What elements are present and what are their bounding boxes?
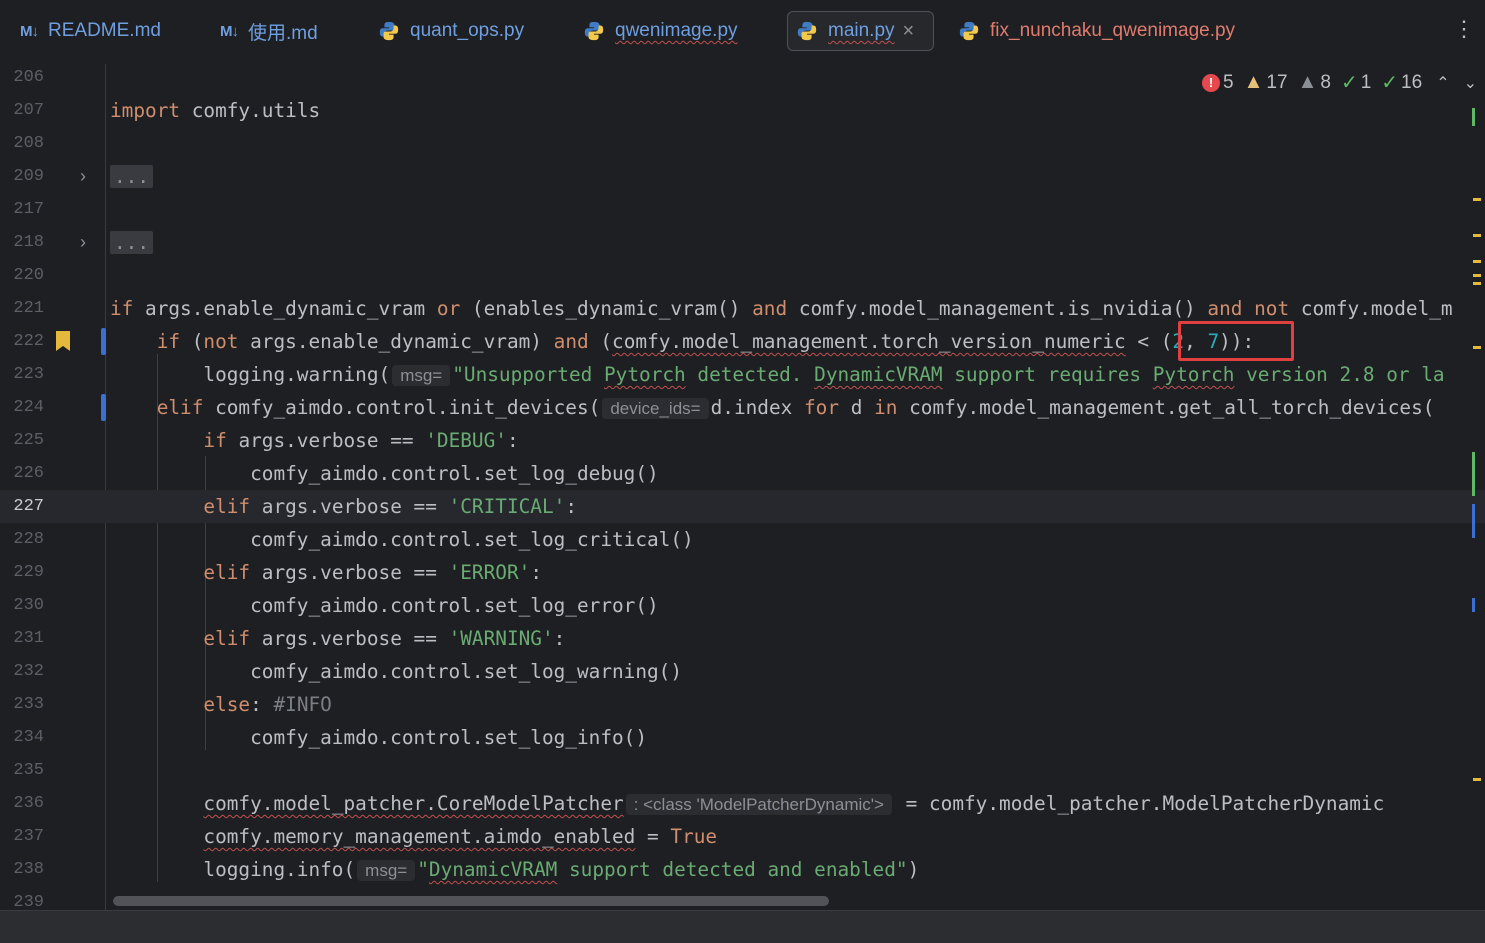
code-line: 230 comfy_aimdo.control.set_log_error(): [13, 594, 659, 617]
code-line: 238 logging.info(msg= "DynamicVRAM suppor…: [13, 858, 920, 881]
code-line: 220: [13, 266, 44, 285]
status-bar: [0, 910, 1485, 943]
highlight-box: [1178, 321, 1294, 361]
warnings-count[interactable]: ▲ 17: [1244, 71, 1288, 94]
markdown-icon: M↓: [220, 22, 239, 40]
weak-warnings-count[interactable]: ▲ 8: [1298, 71, 1331, 94]
code-line: 225 if args.verbose == 'DEBUG':: [13, 429, 519, 452]
code-line: 223 logging.warning(msg= "Unsupported Pyt…: [13, 363, 1445, 386]
code-line: 236 comfy.model_patcher.CoreModelPatcher…: [13, 792, 1385, 815]
code-line: 224 elif comfy_aimdo.control.init_device…: [13, 394, 1435, 421]
warning-icon: ▲: [1243, 71, 1264, 93]
tab-main[interactable]: main.py ×: [787, 11, 934, 51]
fold-expand-icon[interactable]: ›: [80, 226, 86, 259]
code-line: 218 › ...: [0, 226, 1485, 259]
parameter-hint: msg=: [392, 365, 451, 386]
error-stripe[interactable]: [1471, 64, 1485, 910]
code-line-current: 227 elif args.verbose == 'CRITICAL':: [0, 490, 1485, 523]
type-hint: : <class 'ModelPatcherDynamic'>: [625, 794, 892, 815]
tab-label: fix_nunchaku_qwenimage.py: [990, 20, 1236, 41]
editor-tab-bar: M↓ README.md M↓ 使用.md quant_ops.py qweni…: [0, 0, 1485, 65]
tab-readme[interactable]: M↓ README.md: [12, 11, 171, 51]
code-line: 233 else: #INFO: [13, 693, 332, 716]
horizontal-scrollbar[interactable]: [113, 896, 829, 906]
inspection-widget[interactable]: ! 5 ▲ 17 ▲ 8 ✓ 1 ✓ 16 ⌃ ⌄: [1192, 70, 1477, 95]
passed-count[interactable]: ✓ 16: [1381, 70, 1422, 95]
previous-problem-icon[interactable]: ⌃: [1436, 73, 1449, 93]
typo-check-icon: ✓: [1340, 72, 1358, 94]
python-icon: [959, 21, 979, 41]
code-line: 226 comfy_aimdo.control.set_log_debug(): [13, 462, 659, 485]
tab-label: qwenimage.py: [615, 20, 738, 41]
typos-count[interactable]: ✓ 1: [1341, 70, 1371, 95]
code-editor[interactable]: 206 207 import comfy.utils 208 209 › ...…: [0, 64, 1485, 910]
tab-label: quant_ops.py: [410, 20, 525, 41]
parameter-hint: device_ids=: [602, 398, 709, 419]
python-icon: [584, 21, 604, 41]
folded-region[interactable]: ...: [110, 231, 154, 254]
code-line: 207 import comfy.utils: [13, 99, 321, 122]
close-icon[interactable]: ×: [903, 20, 915, 43]
tab-label: 使用.md: [248, 22, 318, 44]
vcs-change-marker[interactable]: [101, 328, 106, 355]
code-line: 235: [13, 761, 44, 780]
code-line: 237 comfy.memory_management.aimdo_enable…: [13, 825, 718, 848]
error-icon: !: [1202, 73, 1221, 92]
code-line: 229 elif args.verbose == 'ERROR':: [13, 561, 542, 584]
vcs-change-marker[interactable]: [101, 394, 106, 421]
code-line: 209 › ...: [0, 160, 1485, 193]
python-icon: [379, 21, 399, 41]
code-line: 234 comfy_aimdo.control.set_log_info(): [13, 726, 648, 749]
python-icon: [797, 21, 817, 41]
tab-fix-nunchaku[interactable]: fix_nunchaku_qwenimage.py: [950, 11, 1245, 51]
tab-usage-md[interactable]: M↓ 使用.md: [212, 11, 328, 51]
tab-qwenimage[interactable]: qwenimage.py: [575, 11, 748, 51]
check-icon: ✓: [1381, 72, 1399, 94]
code-line: 217: [13, 200, 44, 219]
code-line: 208: [13, 134, 44, 153]
code-line: 231 elif args.verbose == 'WARNING':: [13, 627, 566, 650]
weak-warning-icon: ▲: [1297, 71, 1318, 93]
tab-quant-ops[interactable]: quant_ops.py: [370, 11, 534, 51]
folded-region[interactable]: ...: [110, 165, 154, 188]
markdown-icon: M↓: [20, 22, 39, 40]
more-tabs-icon[interactable]: ⋮: [1453, 18, 1475, 40]
tab-label: README.md: [48, 20, 161, 41]
errors-count[interactable]: ! 5: [1202, 72, 1234, 94]
parameter-hint: msg=: [357, 860, 416, 881]
bookmark-icon[interactable]: [56, 331, 70, 351]
code-line: 232 comfy_aimdo.control.set_log_warning(…: [13, 660, 683, 683]
tab-label: main.py: [828, 20, 895, 41]
code-line: 228 comfy_aimdo.control.set_log_critical…: [13, 528, 694, 551]
fold-expand-icon[interactable]: ›: [80, 160, 86, 193]
